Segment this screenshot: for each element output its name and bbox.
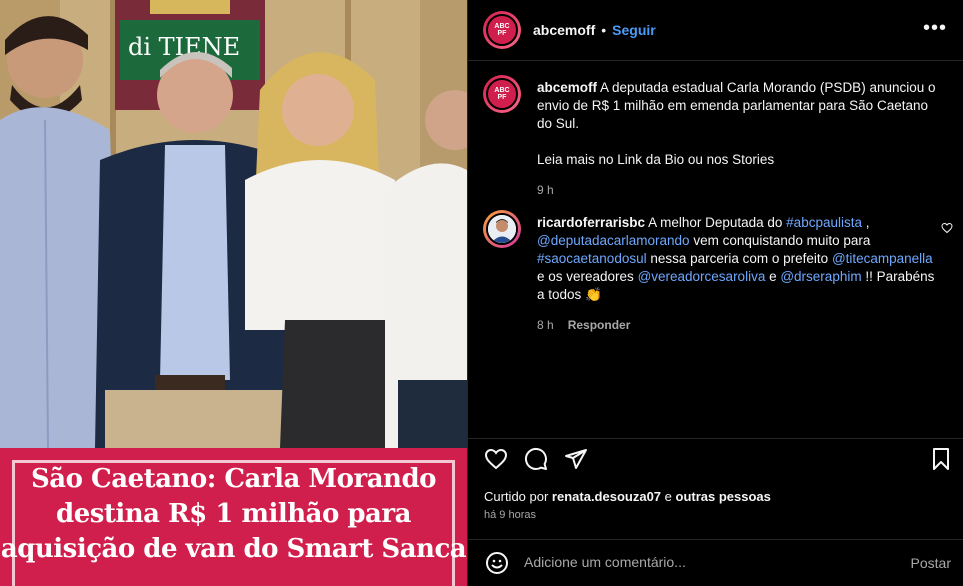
- likes-summary: Curtido por renata.desouza07 e outras pe…: [484, 489, 771, 504]
- mention-link[interactable]: @drseraphim: [780, 269, 861, 284]
- post-timestamp[interactable]: há 9 horas: [484, 509, 536, 521]
- comment-input[interactable]: [524, 554, 884, 570]
- save-bookmark-icon[interactable]: [929, 447, 953, 474]
- headline-text: São Caetano: Carla Morando destina R$ 1 …: [0, 462, 467, 567]
- post-actions: Curtido por renata.desouza07 e outras pe…: [468, 438, 963, 522]
- headline-line: São Caetano: Carla Morando: [31, 464, 436, 494]
- account-avatar[interactable]: ABC PF: [483, 11, 521, 49]
- commenter-avatar[interactable]: [483, 210, 521, 248]
- follow-button[interactable]: Seguir: [612, 22, 656, 38]
- comment-body: ricardoferrarisbc A melhor Deputada do #…: [537, 214, 937, 334]
- separator-dot: •: [601, 22, 607, 38]
- caption: ABC PF abcemoff A deputada estadual Carla…: [483, 75, 937, 199]
- comment-time[interactable]: 8 h: [537, 318, 554, 332]
- caption-time[interactable]: 9 h: [537, 181, 937, 199]
- others-link[interactable]: outras pessoas: [676, 489, 771, 504]
- add-comment-bar: Postar: [468, 539, 963, 586]
- commenter-photo: [486, 213, 518, 245]
- share-send-icon[interactable]: [564, 447, 588, 474]
- headline-line: aquisição de van do Smart Sanca: [0, 534, 467, 564]
- avatar-logo: ABC PF: [486, 78, 518, 110]
- comment-text: vem conquistando muito para: [689, 233, 871, 248]
- reply-button[interactable]: Responder: [568, 318, 631, 332]
- comment-text: nessa parceria com o prefeito: [646, 251, 832, 266]
- avatar-logo: ABC PF: [486, 14, 518, 46]
- headline-line: destina R$ 1 milhão para: [56, 499, 411, 529]
- emoji-icon[interactable]: [485, 551, 509, 578]
- mention-link[interactable]: @vereadorcesaroliva: [638, 269, 766, 284]
- caption-body: abcemoff A deputada estadual Carla Moran…: [537, 79, 937, 199]
- comment-text: e: [765, 269, 781, 284]
- more-options-icon[interactable]: •••: [923, 18, 947, 38]
- caption-text-2: Leia mais no Link da Bio ou nos Stories: [537, 152, 775, 167]
- comment-text: e os vereadores: [537, 269, 638, 284]
- hashtag-link[interactable]: #saocaetanodosul: [537, 251, 647, 266]
- mention-link[interactable]: @deputadacarlamorando: [537, 233, 690, 248]
- person-icon: [488, 215, 516, 243]
- caption-username[interactable]: abcemoff: [537, 80, 597, 95]
- comment-meta: 8 h Responder: [537, 316, 937, 334]
- post-sidebar: ABC PF abcemoff • Seguir ••• ABC PF abcemo…: [467, 0, 963, 586]
- caption-avatar[interactable]: ABC PF: [483, 75, 521, 113]
- likes-middle: e: [661, 489, 676, 504]
- hashtag-link[interactable]: #abcpaulista: [786, 215, 862, 230]
- comment-text: A melhor Deputada do: [648, 215, 787, 230]
- like-heart-icon[interactable]: [484, 447, 508, 474]
- comment: ricardoferrarisbc A melhor Deputada do #…: [483, 210, 937, 334]
- comment-bubble-icon[interactable]: [524, 447, 548, 474]
- caption-text: A deputada estadual Carla Morando (PSDB)…: [537, 80, 936, 131]
- post-image[interactable]: di TIENE São Caetano: Carla Morando dest…: [0, 0, 467, 586]
- post-header: ABC PF abcemoff • Seguir: [468, 0, 963, 61]
- comment-like-icon[interactable]: [941, 222, 953, 237]
- liked-by-user[interactable]: renata.desouza07: [552, 489, 661, 504]
- comment-text: ,: [861, 215, 870, 230]
- headline-banner: São Caetano: Carla Morando destina R$ 1 …: [0, 448, 467, 586]
- post-comment-button[interactable]: Postar: [911, 555, 951, 571]
- account-username[interactable]: abcemoff: [533, 22, 595, 38]
- likes-prefix: Curtido por: [484, 489, 552, 504]
- mention-link[interactable]: @titecampanella: [832, 251, 933, 266]
- commenter-username[interactable]: ricardoferrarisbc: [537, 215, 645, 230]
